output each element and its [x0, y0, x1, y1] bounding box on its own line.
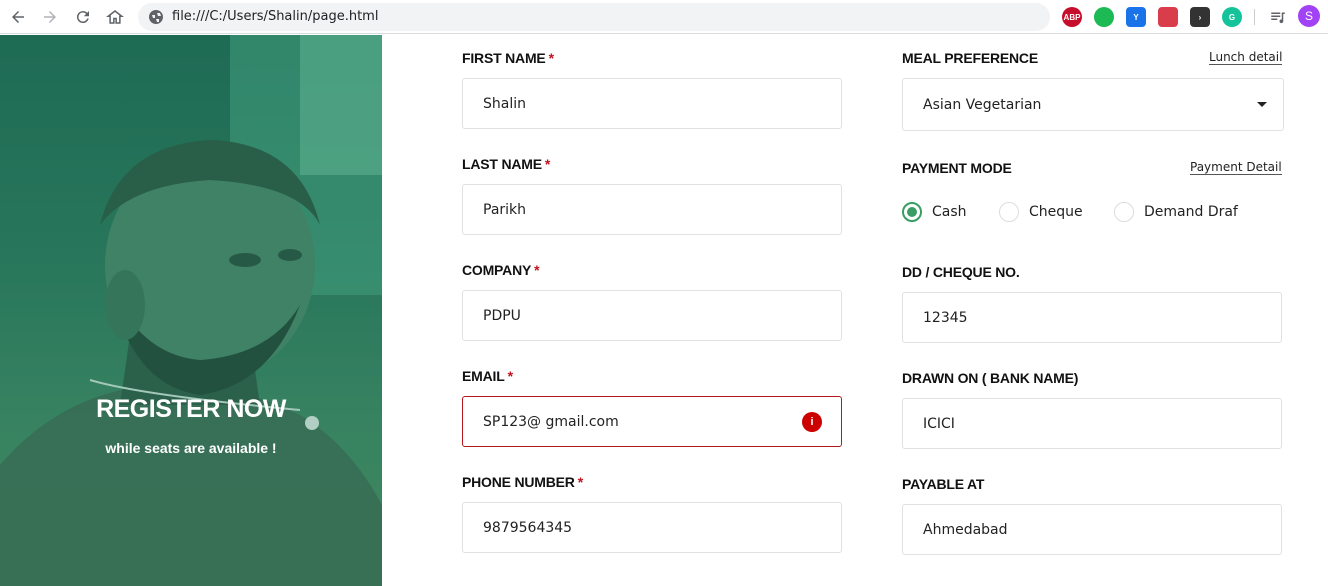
company-label: COMPANY * [462, 262, 540, 278]
required-marker: * [534, 262, 540, 278]
radio-checked-icon [902, 202, 922, 222]
payment-option-label: Demand Draf [1144, 204, 1238, 220]
payment-detail-link[interactable]: Payment Detail [1190, 160, 1282, 175]
profile-avatar[interactable]: S [1298, 5, 1320, 27]
last-name-label: LAST NAME * [462, 156, 550, 172]
back-button[interactable] [6, 5, 30, 29]
hero-panel: REGISTER NOW while seats are available ! [0, 35, 382, 586]
playlist-icon [1271, 12, 1285, 24]
payment-mode-label: PAYMENT MODE [902, 160, 1012, 176]
payable-at-input[interactable]: Ahmedabad [902, 504, 1282, 555]
hero-title: REGISTER NOW [96, 395, 286, 423]
address-bar[interactable]: file:///C:/Users/Shalin/page.html [138, 3, 1050, 31]
required-marker: * [548, 50, 554, 66]
email-label: EMAIL * [462, 368, 513, 384]
pocket-extension-icon[interactable] [1158, 7, 1178, 27]
last-name-label-text: LAST NAME [462, 156, 542, 172]
phone-label: PHONE NUMBER * [462, 474, 583, 490]
dark-arrow-extension-icon[interactable]: › [1190, 7, 1210, 27]
last-name-input[interactable]: Parikh [462, 184, 842, 235]
drawn-on-label: DRAWN ON ( BANK NAME) [902, 370, 1079, 386]
meal-preference-select[interactable]: Asian Vegetarian [902, 78, 1284, 131]
company-value: PDPU [483, 307, 521, 324]
lunch-detail-link[interactable]: Lunch detail [1209, 50, 1283, 65]
media-control-button[interactable] [1266, 5, 1290, 29]
forward-button[interactable] [38, 5, 62, 29]
meal-selected-value: Asian Vegetarian [923, 96, 1042, 113]
required-marker: * [544, 156, 551, 172]
first-name-value: Shalin [483, 95, 526, 112]
last-name-value: Parikh [483, 201, 527, 218]
reload-button[interactable] [71, 5, 95, 29]
drawn-on-value: ICICI [923, 415, 955, 432]
first-name-label: FIRST NAME * [462, 50, 554, 66]
error-info-icon: i [802, 412, 822, 432]
green-circle-extension-icon[interactable] [1094, 7, 1114, 27]
toolbar-separator [1254, 9, 1255, 25]
radio-unchecked-icon [1114, 202, 1134, 222]
dd-cheque-label: DD / CHEQUE NO. [902, 264, 1020, 280]
dropdown-caret-icon [1257, 102, 1267, 107]
first-name-label-text: FIRST NAME [462, 50, 546, 66]
payment-option-demand-draft[interactable]: Demand Draf [1114, 202, 1238, 222]
speaker-portrait-image [0, 35, 382, 586]
meal-preference-label: MEAL PREFERENCE [902, 50, 1038, 66]
payment-option-cheque[interactable]: Cheque [999, 202, 1083, 222]
phone-value: 9879564345 [483, 519, 573, 536]
company-input[interactable]: PDPU [462, 290, 842, 341]
first-name-input[interactable]: Shalin [462, 78, 842, 129]
payment-option-label: Cheque [1029, 204, 1083, 220]
url-text: file:///C:/Users/Shalin/page.html [172, 9, 379, 24]
drawn-on-input[interactable]: ICICI [902, 398, 1282, 449]
forward-arrow-icon [44, 11, 56, 23]
email-input[interactable]: SP123@ gmail.com i [462, 396, 842, 447]
adblock-plus-icon[interactable]: ABP [1062, 7, 1082, 27]
browser-toolbar: file:///C:/Users/Shalin/page.html ABP Y › G… [0, 0, 1328, 34]
hero-subtitle: while seats are available ! [105, 440, 277, 456]
payment-option-cash[interactable]: Cash [902, 202, 967, 222]
required-marker: * [507, 368, 513, 384]
y-extension-icon[interactable]: Y [1126, 7, 1146, 27]
dd-cheque-input[interactable]: 12345 [902, 292, 1282, 343]
home-icon [106, 10, 124, 24]
payable-at-value: Ahmedabad [923, 521, 1008, 538]
payment-option-label: Cash [932, 204, 967, 220]
email-value: SP123@ gmail.com [483, 413, 619, 430]
company-label-text: COMPANY [462, 262, 532, 278]
payable-at-label: PAYABLE AT [902, 476, 985, 492]
email-label-text: EMAIL [462, 368, 505, 384]
dd-cheque-value: 12345 [923, 309, 968, 326]
back-arrow-icon [12, 11, 24, 23]
grammarly-icon[interactable]: G [1222, 7, 1242, 27]
radio-unchecked-icon [999, 202, 1019, 222]
globe-icon [149, 10, 163, 24]
phone-input[interactable]: 9879564345 [462, 502, 842, 553]
home-button[interactable] [103, 5, 127, 29]
phone-label-text: PHONE NUMBER [462, 474, 575, 490]
reload-icon [76, 11, 89, 24]
required-marker: * [577, 474, 583, 490]
